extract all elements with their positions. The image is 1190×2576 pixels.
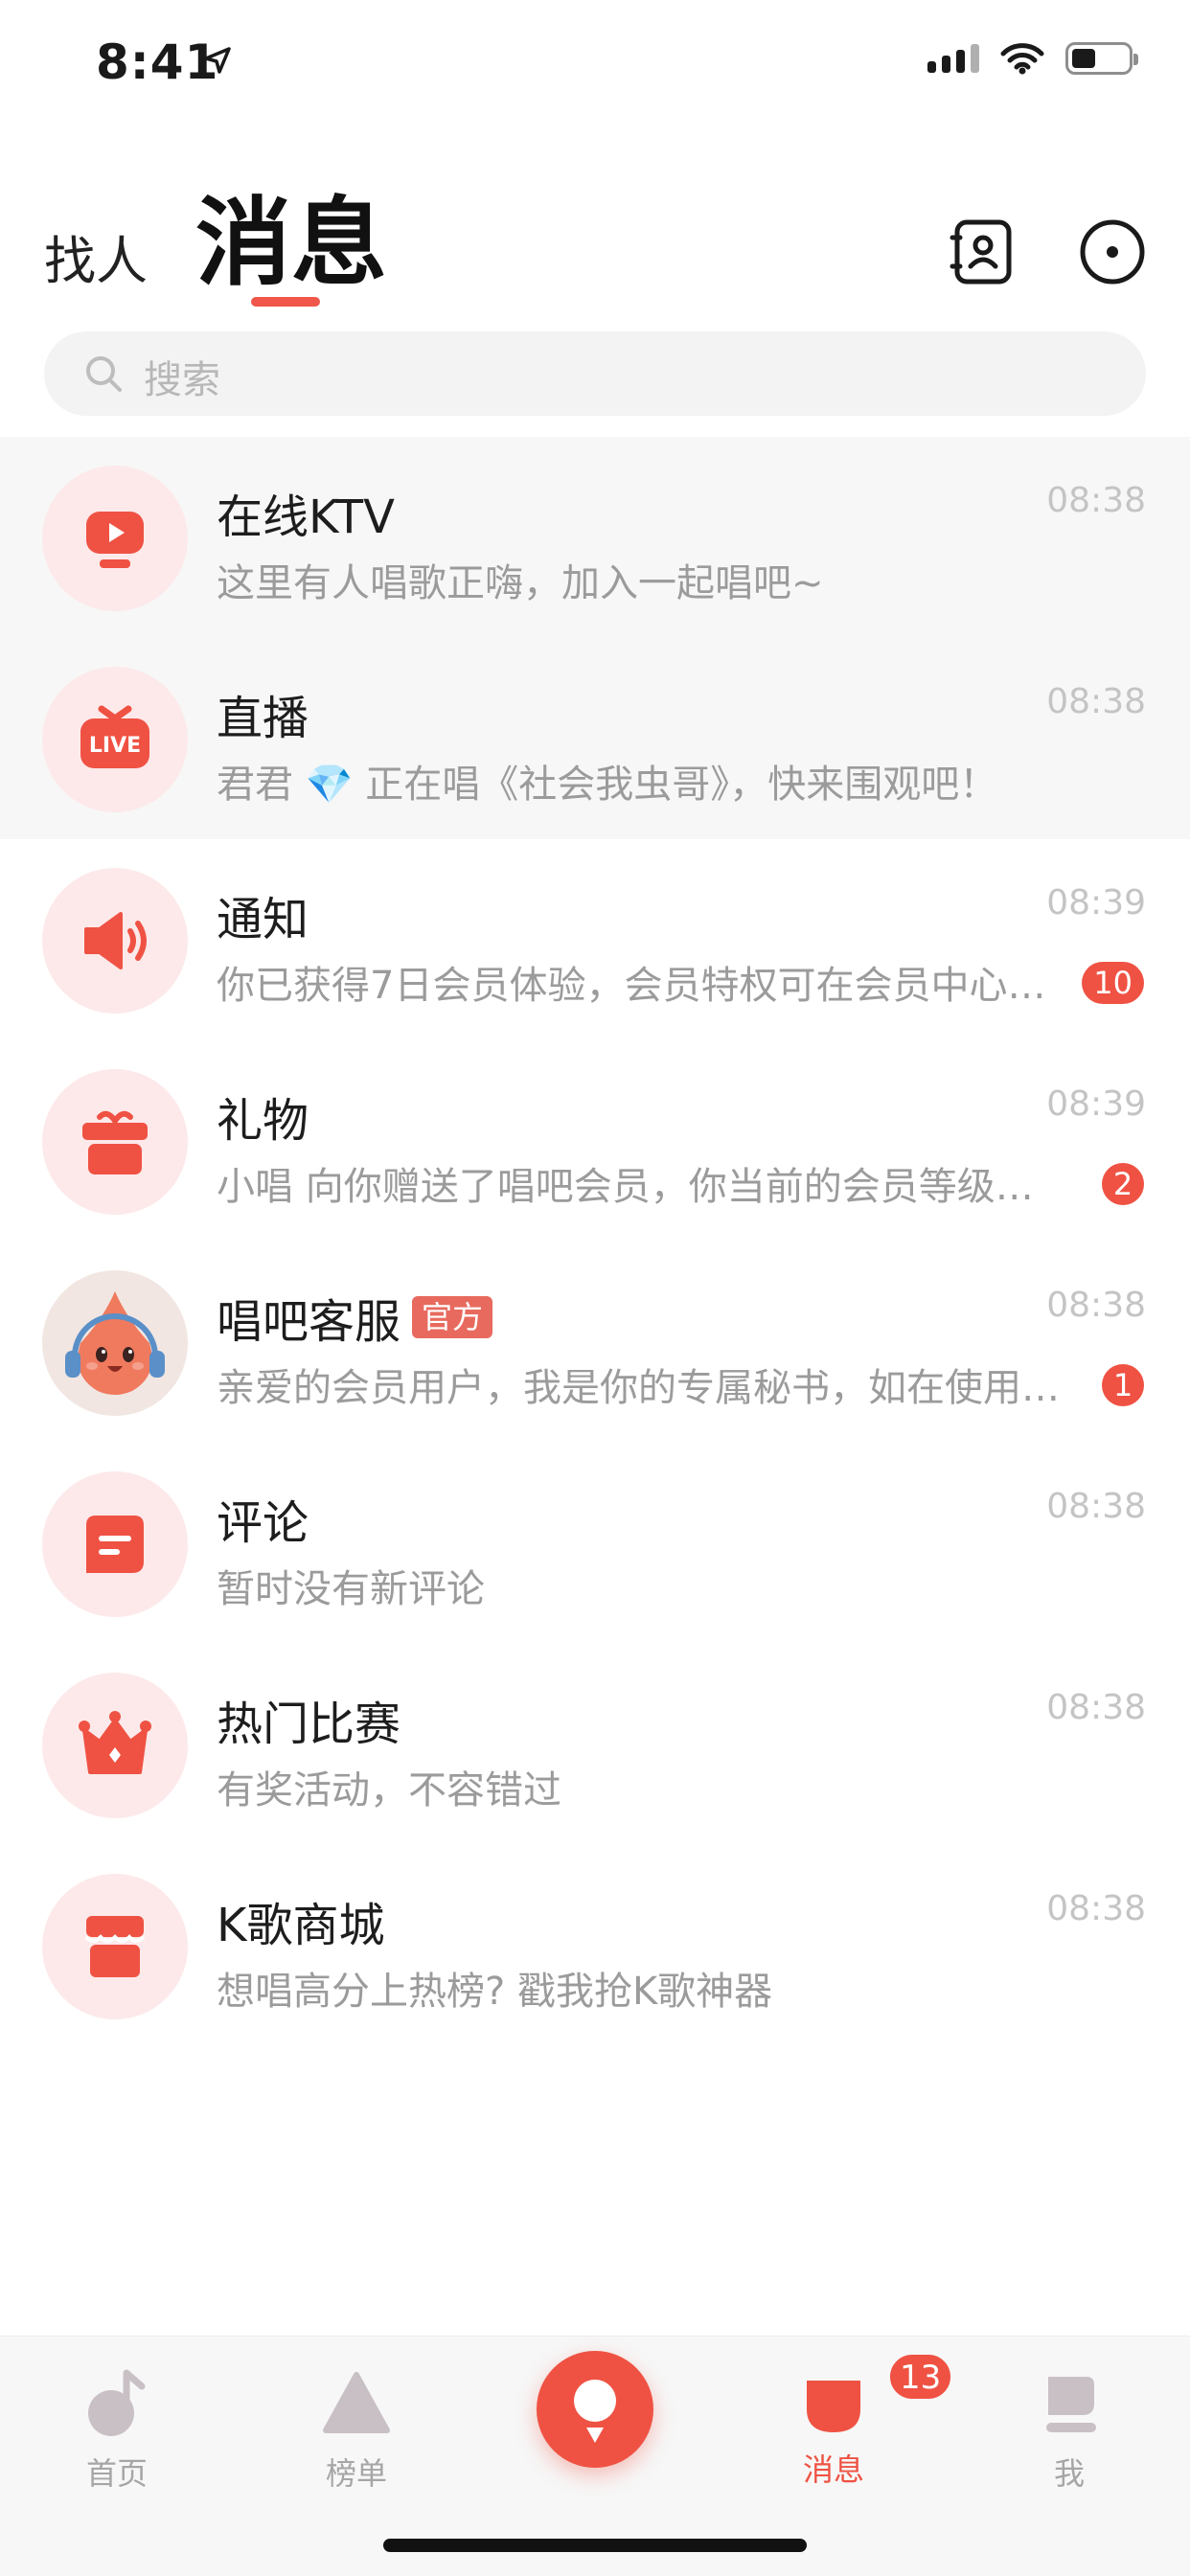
tab-label: 我 bbox=[1053, 2455, 1085, 2492]
search-placeholder: 搜索 bbox=[144, 358, 220, 402]
conversation-preview: 想唱高分上热榜? 戳我抢K歌神器 bbox=[217, 1970, 773, 2014]
status-bar: 8:41 bbox=[0, 0, 1190, 125]
conversation-time: 08:38 bbox=[1046, 1286, 1146, 1325]
conversation-time: 08:38 bbox=[1046, 481, 1146, 520]
more-options-icon[interactable] bbox=[1077, 217, 1148, 287]
active-tab-indicator bbox=[251, 297, 320, 307]
conversation-time: 08:39 bbox=[1046, 883, 1146, 923]
sing-button[interactable] bbox=[537, 2351, 653, 2468]
conversation-gifts[interactable]: 礼物 小唱 向你赠送了唱吧会员，你当前的会员等级已提升 08:39 2 bbox=[0, 1040, 1190, 1242]
status-indicators bbox=[927, 42, 1138, 75]
conversation-preview: 君君 💎 正在唱《社会我虫哥》，快来围观吧！ bbox=[217, 763, 998, 807]
tab-label: 消息 bbox=[802, 2451, 864, 2488]
conversation-time: 08:39 bbox=[1046, 1084, 1146, 1124]
battery-icon bbox=[1065, 42, 1138, 75]
svg-text:LIVE: LIVE bbox=[89, 734, 141, 758]
conversation-time: 08:38 bbox=[1046, 1889, 1146, 1928]
conversation-hot-contests[interactable]: 热门比赛 有奖活动，不容错过 08:38 bbox=[0, 1644, 1190, 1845]
conversation-time: 08:38 bbox=[1046, 682, 1146, 721]
conversation-title: 在线KTV bbox=[217, 490, 395, 544]
official-tag: 官方 bbox=[412, 1296, 493, 1338]
profile-icon bbox=[1046, 2377, 1096, 2432]
shop-icon bbox=[42, 1874, 188, 2019]
comment-icon bbox=[42, 1471, 188, 1617]
conversation-customer-service[interactable]: 唱吧客服 官方 亲爱的会员用户，我是你的专属秘书，如在使用中遇到问题 08:38… bbox=[0, 1242, 1190, 1443]
conversation-title-text: 唱吧客服 bbox=[217, 1295, 401, 1349]
conversation-title: K歌商城 bbox=[217, 1899, 385, 1952]
conversation-k-song-shop[interactable]: K歌商城 想唱高分上热榜? 戳我抢K歌神器 08:38 bbox=[0, 1845, 1190, 2046]
location-arrow-icon bbox=[204, 47, 231, 74]
unread-badge: 10 bbox=[1082, 962, 1144, 1004]
speaker-icon bbox=[42, 868, 188, 1014]
tv-icon bbox=[42, 466, 188, 611]
conversation-time: 08:38 bbox=[1046, 1487, 1146, 1526]
crown-icon bbox=[42, 1673, 188, 1818]
live-icon: LIVE bbox=[42, 667, 188, 812]
tab-label: 首页 bbox=[85, 2455, 148, 2492]
tab-rank[interactable]: 榜单 bbox=[280, 2365, 433, 2494]
conversation-list: 在线KTV 这里有人唱歌正嗨，加入一起唱吧~ 08:38 LIVE 直播 君君 … bbox=[0, 437, 1190, 2046]
tab-label: 榜单 bbox=[325, 2455, 387, 2492]
tab-messages-nav[interactable]: 13 消息 bbox=[757, 2352, 954, 2490]
microphone-icon bbox=[574, 2380, 616, 2443]
cellular-signal-icon bbox=[927, 44, 979, 73]
message-bubble-icon bbox=[807, 2381, 860, 2432]
conversation-title: 通知 bbox=[217, 893, 309, 946]
conversation-live[interactable]: LIVE 直播 君君 💎 正在唱《社会我虫哥》，快来围观吧！ 08:38 bbox=[0, 638, 1190, 839]
tab-messages[interactable]: 消息 bbox=[195, 165, 387, 304]
messages-count-badge: 13 bbox=[887, 2352, 954, 2402]
conversation-preview: 有奖活动，不容错过 bbox=[217, 1768, 561, 1812]
gift-icon bbox=[42, 1069, 188, 1215]
search-bar[interactable]: 搜索 bbox=[44, 331, 1146, 416]
conversation-preview: 小唱 向你赠送了唱吧会员，你当前的会员等级已提升 bbox=[217, 1165, 1060, 1209]
conversation-online-ktv[interactable]: 在线KTV 这里有人唱歌正嗨，加入一起唱吧~ 08:38 bbox=[0, 437, 1190, 638]
conversation-comments[interactable]: 评论 暂时没有新评论 08:38 bbox=[0, 1443, 1190, 1644]
conversation-preview: 你已获得7日会员体验，会员特权可在会员中心查看 bbox=[217, 964, 1060, 1008]
header: 找人 消息 bbox=[0, 144, 1190, 316]
home-indicator bbox=[383, 2539, 807, 2552]
wifi-icon bbox=[1000, 43, 1044, 75]
conversation-preview: 暂时没有新评论 bbox=[217, 1567, 485, 1611]
mascot-avatar bbox=[42, 1270, 188, 1416]
contacts-book-icon[interactable] bbox=[949, 217, 1019, 287]
tab-find-people[interactable]: 找人 bbox=[44, 218, 148, 294]
conversation-title: 直播 bbox=[217, 692, 309, 745]
conversation-preview: 这里有人唱歌正嗨，加入一起唱吧~ bbox=[217, 561, 824, 605]
conversation-title: 热门比赛 bbox=[217, 1698, 401, 1751]
conversation-time: 08:38 bbox=[1046, 1688, 1146, 1727]
status-time: 8:41 bbox=[96, 34, 219, 90]
unread-badge: 1 bbox=[1102, 1364, 1144, 1406]
unread-badge: 2 bbox=[1102, 1163, 1144, 1205]
conversation-title: 唱吧客服 官方 bbox=[217, 1284, 493, 1351]
tab-me[interactable]: 我 bbox=[993, 2365, 1146, 2494]
search-icon bbox=[86, 356, 122, 392]
tab-home[interactable]: 首页 bbox=[40, 2365, 194, 2494]
conversation-title: 礼物 bbox=[217, 1094, 309, 1148]
conversation-preview: 亲爱的会员用户，我是你的专属秘书，如在使用中遇到问题 bbox=[217, 1366, 1060, 1410]
conversation-notifications[interactable]: 通知 你已获得7日会员体验，会员特权可在会员中心查看 08:39 10 bbox=[0, 839, 1190, 1040]
triangle-chart-icon bbox=[323, 2372, 390, 2433]
conversation-title: 评论 bbox=[217, 1496, 309, 1550]
music-note-icon bbox=[88, 2369, 146, 2436]
